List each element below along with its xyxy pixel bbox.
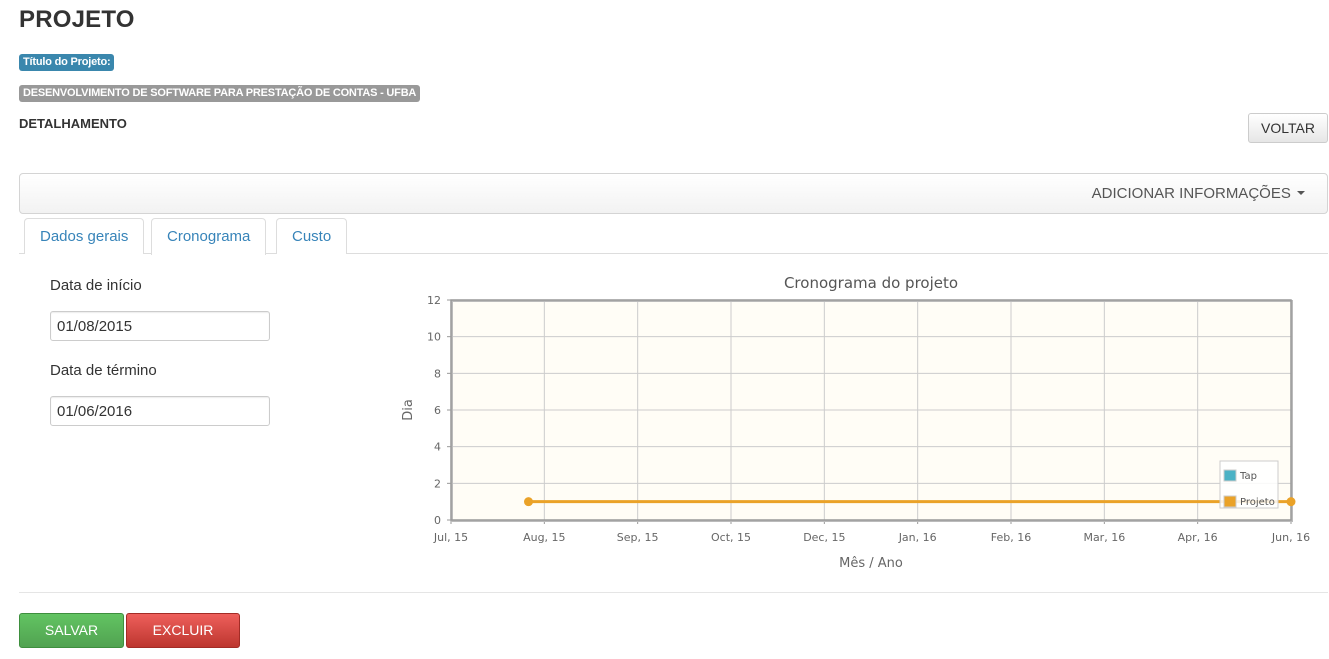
end-date-input[interactable] [50, 396, 270, 426]
info-navbar: ADICIONAR INFORMAÇÕES [19, 173, 1328, 214]
y-tick-label: 8 [434, 367, 441, 380]
add-info-dropdown[interactable]: ADICIONAR INFORMAÇÕES [1092, 185, 1305, 202]
x-tick-label: Jan, 16 [898, 531, 937, 544]
y-tick-label: 12 [427, 294, 441, 307]
x-tick-label: Jun, 16 [1271, 531, 1310, 544]
end-date-label: Data de término [50, 362, 157, 379]
caret-down-icon [1297, 191, 1305, 196]
x-tick-label: Dec, 15 [803, 531, 845, 544]
tab-bar: Dados gerais Cronograma Custo [19, 218, 1328, 255]
series-point-projeto [1286, 497, 1296, 507]
start-date-input[interactable] [50, 311, 270, 341]
tab-cronograma[interactable]: Cronograma [151, 218, 267, 255]
add-info-dropdown-label: ADICIONAR INFORMAÇÕES [1091, 185, 1291, 202]
start-date-label: Data de início [50, 277, 142, 294]
save-button[interactable]: SALVAR [19, 613, 124, 648]
x-tick-label: Feb, 16 [991, 531, 1031, 544]
divider [19, 592, 1328, 593]
delete-button[interactable]: EXCLUIR [126, 613, 240, 648]
y-axis-label: Dia [401, 399, 416, 421]
tab-dados-gerais[interactable]: Dados gerais [24, 218, 145, 254]
project-name-badge: DESENVOLVIMENTO DE SOFTWARE PARA PRESTAÇ… [19, 85, 421, 102]
legend-label-projeto: Projeto [1240, 497, 1275, 508]
tab-custo[interactable]: Custo [276, 218, 348, 254]
page-title: PROJETO [19, 6, 135, 33]
y-tick-label: 10 [427, 331, 441, 344]
section-heading: DETALHAMENTO [19, 116, 127, 131]
back-button[interactable]: VOLTAR [1248, 113, 1328, 143]
x-tick-label: Apr, 16 [1178, 531, 1218, 544]
y-tick-label: 0 [434, 514, 441, 527]
y-tick-label: 4 [434, 441, 441, 454]
y-tick-label: 2 [434, 477, 441, 490]
x-tick-label: Sep, 15 [617, 531, 659, 544]
x-tick-label: Jul, 15 [433, 531, 468, 544]
chart-svg: 0 2 4 6 8 10 12 Jul, 15 Aug, 15 Sep, 15 Oct, 15 Dec… [401, 274, 1310, 571]
legend-label-tap: Tap [1239, 471, 1257, 482]
schedule-chart: 0 2 4 6 8 10 12 Jul, 15 Aug, 15 Sep, 15 Oct, 15 Dec… [390, 264, 1310, 584]
chart-title: Cronograma do projeto [784, 274, 958, 292]
x-tick-label: Aug, 15 [523, 531, 565, 544]
x-tick-label: Mar, 16 [1083, 531, 1125, 544]
y-tick-label: 6 [434, 404, 441, 417]
legend-swatch-tap [1223, 469, 1237, 482]
project-title-label: Título do Projeto: [19, 54, 115, 71]
legend-swatch-projeto [1223, 495, 1237, 508]
x-axis-label: Mês / Ano [839, 556, 903, 571]
series-point-projeto [524, 497, 533, 507]
x-tick-label: Oct, 15 [711, 531, 751, 544]
